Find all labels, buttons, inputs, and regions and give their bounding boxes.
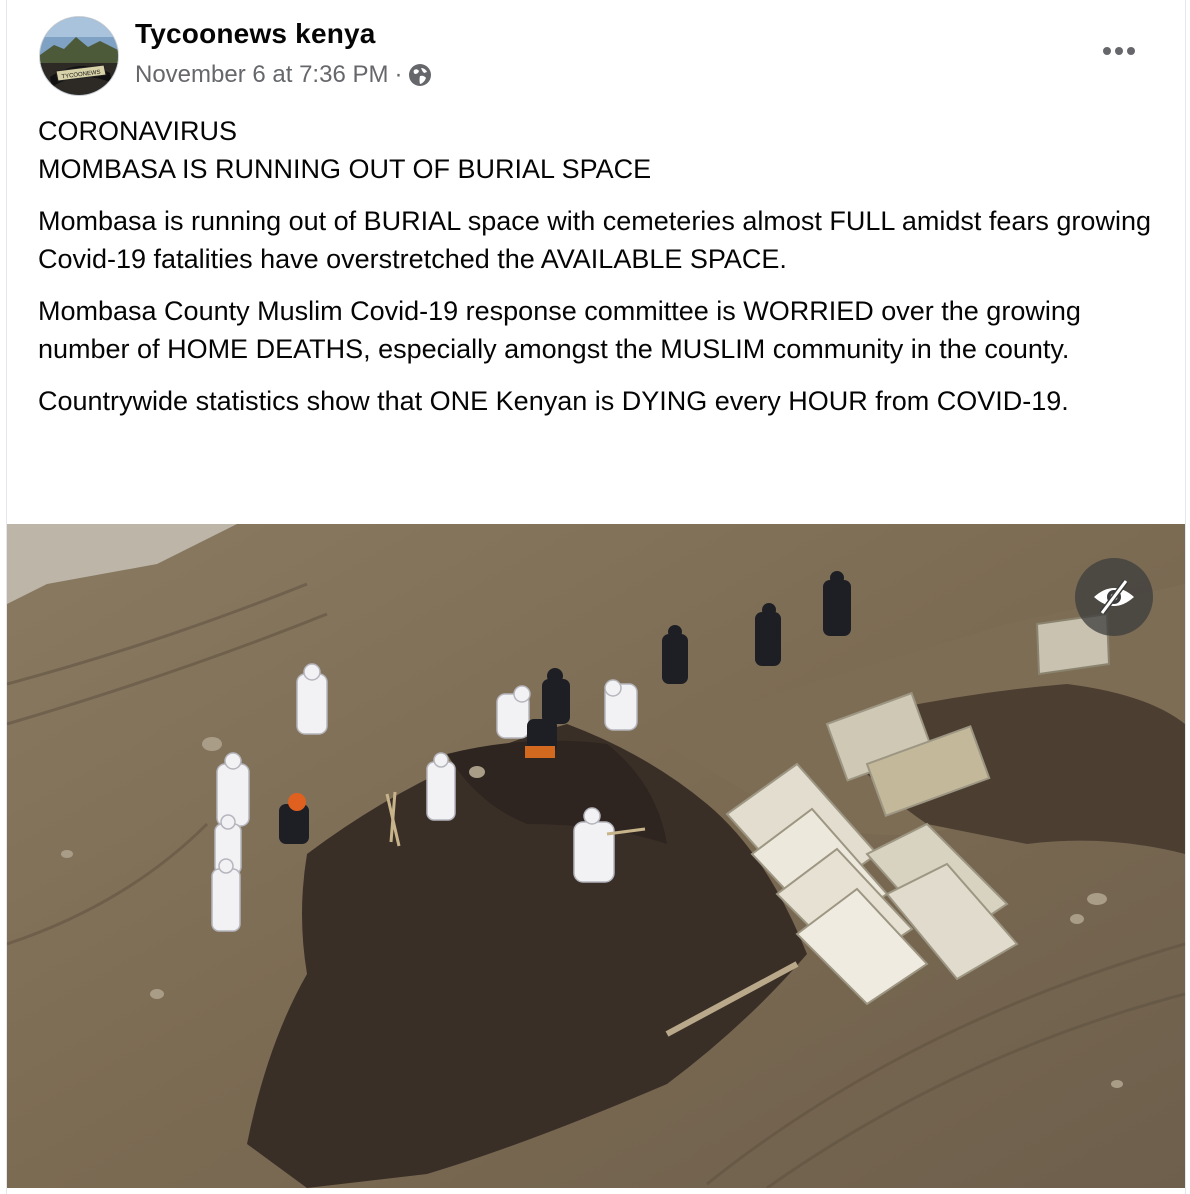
more-options-button[interactable] <box>1099 36 1139 66</box>
avatar-image: TYCOONEWS <box>40 17 118 95</box>
post-timestamp[interactable]: November 6 at 7:36 PM <box>135 61 388 89</box>
facebook-post: TYCOONEWS Tycoonews kenya November 6 at … <box>6 0 1186 1194</box>
post-meta: November 6 at 7:36 PM · <box>135 60 432 90</box>
more-horizontal-icon <box>1103 47 1135 55</box>
author-avatar[interactable]: TYCOONEWS <box>39 16 119 96</box>
post-paragraph: Mombasa County Muslim Covid-19 response … <box>38 296 1081 364</box>
post-text: CORONAVIRUS MOMBASA IS RUNNING OUT OF BU… <box>38 112 1168 434</box>
post-paragraph: Countrywide statistics show that ONE Ken… <box>38 386 1069 416</box>
burial-site-photo <box>7 524 1185 1188</box>
globe-icon[interactable] <box>408 63 432 87</box>
post-headline: CORONAVIRUS MOMBASA IS RUNNING OUT OF BU… <box>38 116 652 184</box>
post-photo[interactable] <box>7 524 1185 1188</box>
eye-slash-icon <box>1094 579 1134 615</box>
author-name[interactable]: Tycoonews kenya <box>135 18 376 50</box>
post-header: TYCOONEWS Tycoonews kenya November 6 at … <box>7 0 1185 110</box>
meta-separator: · <box>394 61 403 88</box>
hide-photo-button[interactable] <box>1075 558 1153 636</box>
post-paragraph: Mombasa is running out of BURIAL space w… <box>38 206 1151 274</box>
